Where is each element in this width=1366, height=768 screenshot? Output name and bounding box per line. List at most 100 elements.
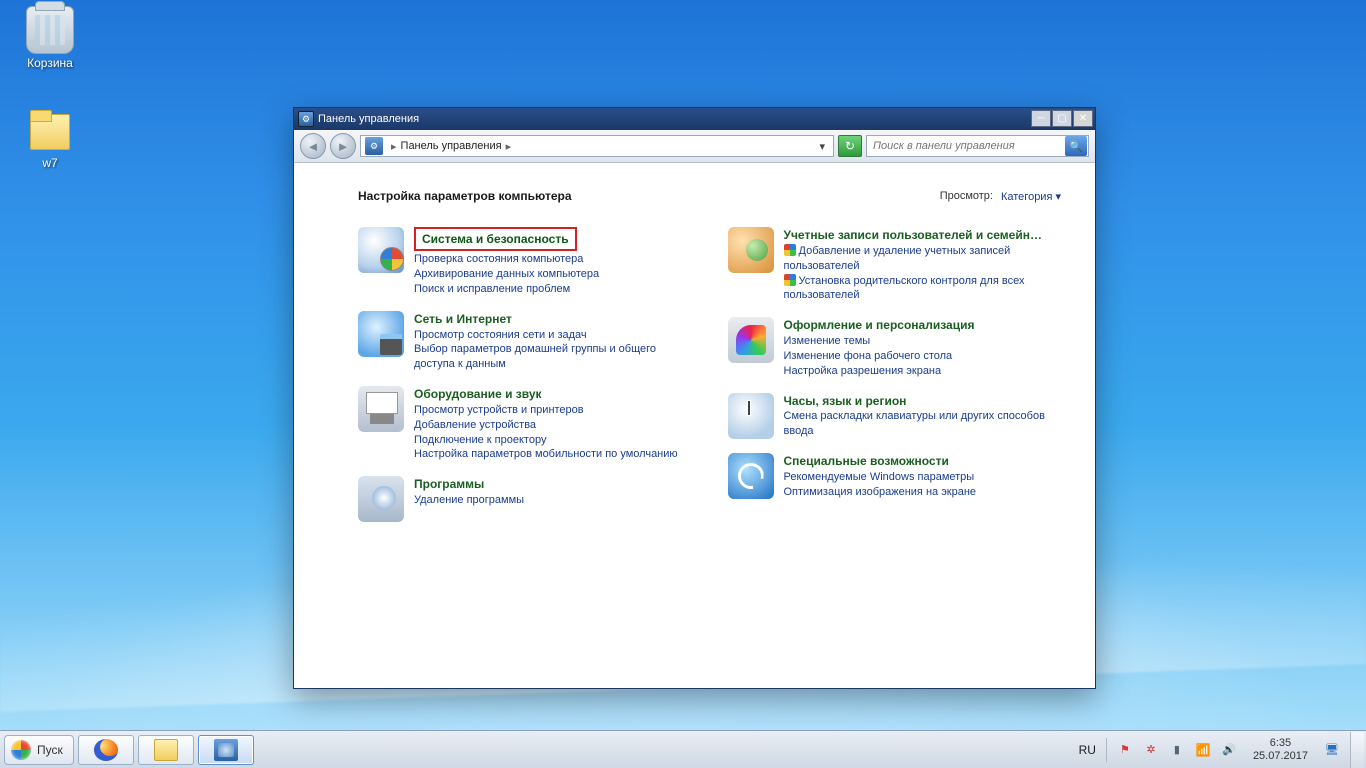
control-panel-window: ⚙ Панель управления ─ ▢ ✕ ◄ ► ⚙ ▸ Панель… — [293, 107, 1096, 689]
category-sublink[interactable]: Оптимизация изображения на экране — [784, 485, 977, 500]
content-area: Настройка параметров компьютера Просмотр… — [294, 163, 1095, 688]
tray-clock[interactable]: 6:35 25.07.2017 — [1247, 737, 1314, 762]
start-label: Пуск — [37, 743, 63, 757]
category-system-security: Система и безопасность Проверка состояни… — [358, 227, 692, 297]
minimize-button[interactable]: ─ — [1031, 110, 1051, 127]
tray-flag-icon[interactable]: ⚑ — [1117, 742, 1133, 758]
clock-date: 25.07.2017 — [1253, 750, 1308, 763]
search-input[interactable] — [867, 140, 1064, 152]
category-sublink[interactable]: Просмотр состояния сети и задач — [414, 328, 692, 343]
explorer-icon — [154, 739, 178, 761]
tray-network-icon[interactable]: ▮ — [1169, 742, 1185, 758]
category-sublink[interactable]: Подключение к проектору — [414, 433, 678, 448]
control-panel-icon: ⚙ — [365, 137, 383, 155]
page-heading: Настройка параметров компьютера — [358, 189, 572, 203]
uac-shield-icon — [784, 244, 796, 256]
maximize-button[interactable]: ▢ — [1052, 110, 1072, 127]
users-icon — [728, 227, 774, 273]
category-hardware-sound: Оборудование и звук Просмотр устройств и… — [358, 386, 692, 462]
windows-orb-icon — [11, 740, 31, 760]
category-sublink[interactable]: Настройка разрешения экрана — [784, 364, 975, 379]
firefox-icon — [94, 739, 118, 761]
category-sublink[interactable]: Поиск и исправление проблем — [414, 282, 599, 297]
category-sublink[interactable]: Изменение фона рабочего стола — [784, 349, 975, 364]
category-sublink[interactable]: Добавление и удаление учетных записей по… — [784, 244, 1062, 274]
ease-of-access-icon — [728, 453, 774, 499]
category-sublink[interactable]: Рекомендуемые Windows параметры — [784, 470, 977, 485]
tray-monitor-icon[interactable]: 🖥 — [1324, 742, 1340, 758]
category-user-accounts: Учетные записи пользователей и семейн… Д… — [728, 227, 1062, 303]
category-sublink[interactable]: Удаление программы — [414, 493, 524, 508]
category-title-link[interactable]: Сеть и Интернет — [414, 311, 512, 327]
category-sublink[interactable]: Установка родительского контроля для все… — [784, 274, 1062, 304]
search-box[interactable]: 🔍 — [866, 135, 1089, 157]
folder-icon — [26, 106, 74, 154]
category-sublink[interactable]: Настройка параметров мобильности по умол… — [414, 447, 678, 462]
category-column-right: Учетные записи пользователей и семейн… Д… — [728, 227, 1062, 522]
back-button[interactable]: ◄ — [300, 133, 326, 159]
language-indicator[interactable]: RU — [1079, 743, 1096, 757]
category-title-link[interactable]: Программы — [414, 476, 484, 492]
desktop-icon-folder-w7[interactable]: w7 — [10, 106, 90, 170]
category-title-link[interactable]: Учетные записи пользователей и семейн… — [784, 227, 1042, 243]
start-button[interactable]: Пуск — [4, 735, 74, 765]
category-sublink[interactable]: Архивирование данных компьютера — [414, 267, 599, 282]
search-go-button[interactable]: 🔍 — [1065, 136, 1087, 156]
desktop-icon-recycle-bin[interactable]: Корзина — [10, 6, 90, 70]
tray-wifi-icon[interactable]: 📶 — [1195, 742, 1211, 758]
globe-network-icon — [358, 311, 404, 357]
category-sublink[interactable]: Добавление устройства — [414, 418, 678, 433]
appearance-icon — [728, 317, 774, 363]
category-ease-of-access: Специальные возможности Рекомендуемые Wi… — [728, 453, 1062, 500]
breadcrumb-sep: ▸ — [502, 140, 516, 153]
taskbar-btn-firefox[interactable] — [78, 735, 134, 765]
taskbar: Пуск RU ⚑ ✲ ▮ 📶 🔊 6:35 25.07.2017 🖥 — [0, 730, 1366, 768]
category-network-internet: Сеть и Интернет Просмотр состояния сети … — [358, 311, 692, 372]
control-panel-icon — [214, 739, 238, 761]
tray-separator — [1106, 738, 1107, 762]
uac-shield-icon — [784, 274, 796, 286]
forward-button[interactable]: ► — [330, 133, 356, 159]
category-title-link[interactable]: Специальные возможности — [784, 453, 949, 469]
view-label: Просмотр: — [940, 190, 993, 202]
address-bar[interactable]: ⚙ ▸ Панель управления ▸ ▾ — [360, 135, 834, 157]
category-sublink[interactable]: Изменение темы — [784, 334, 975, 349]
category-title-link[interactable]: Оформление и персонализация — [784, 317, 975, 333]
category-sublink[interactable]: Выбор параметров домашней группы и общег… — [414, 342, 692, 372]
window-titlebar[interactable]: ⚙ Панель управления ─ ▢ ✕ — [294, 108, 1095, 130]
system-tray: RU ⚑ ✲ ▮ 📶 🔊 6:35 25.07.2017 🖥 — [1069, 731, 1366, 768]
close-button[interactable]: ✕ — [1073, 110, 1093, 127]
category-sublink[interactable]: Просмотр устройств и принтеров — [414, 403, 678, 418]
breadcrumb-text: Панель управления — [401, 140, 502, 152]
category-sublink[interactable]: Смена раскладки клавиатуры или других сп… — [784, 409, 1062, 439]
category-column-left: Система и безопасность Проверка состояни… — [358, 227, 692, 522]
navigation-bar: ◄ ► ⚙ ▸ Панель управления ▸ ▾ ↻ 🔍 — [294, 130, 1095, 163]
category-title-link[interactable]: Система и безопасность — [414, 227, 577, 251]
clock-globe-icon — [728, 393, 774, 439]
view-value[interactable]: Категория ▾ — [1001, 190, 1061, 203]
category-sublink[interactable]: Проверка состояния компьютера — [414, 252, 599, 267]
disc-box-icon — [358, 476, 404, 522]
taskbar-btn-explorer[interactable] — [138, 735, 194, 765]
tray-volume-icon[interactable]: 🔊 — [1221, 742, 1237, 758]
control-panel-icon: ⚙ — [298, 111, 314, 127]
address-dropdown-icon[interactable]: ▾ — [811, 140, 833, 153]
breadcrumb-sep: ▸ — [387, 140, 401, 153]
category-title-link[interactable]: Оборудование и звук — [414, 386, 542, 402]
refresh-button[interactable]: ↻ — [838, 135, 862, 157]
category-programs: Программы Удаление программы — [358, 476, 692, 522]
category-clock-language-region: Часы, язык и регион Смена раскладки клав… — [728, 393, 1062, 440]
window-title-text: Панель управления — [318, 113, 419, 125]
desktop-icon-label: Корзина — [10, 56, 90, 70]
tray-security-icon[interactable]: ✲ — [1143, 742, 1159, 758]
view-selector: Просмотр: Категория ▾ — [940, 190, 1061, 203]
printer-icon — [358, 386, 404, 432]
desktop-icon-label: w7 — [10, 156, 90, 170]
show-desktop-button[interactable] — [1350, 732, 1364, 768]
shield-icon — [358, 227, 404, 273]
recycle-bin-icon — [26, 6, 74, 54]
category-title-link[interactable]: Часы, язык и регион — [784, 393, 907, 409]
clock-time: 6:35 — [1253, 737, 1308, 750]
category-appearance: Оформление и персонализация Изменение те… — [728, 317, 1062, 378]
taskbar-btn-control-panel[interactable] — [198, 735, 254, 765]
